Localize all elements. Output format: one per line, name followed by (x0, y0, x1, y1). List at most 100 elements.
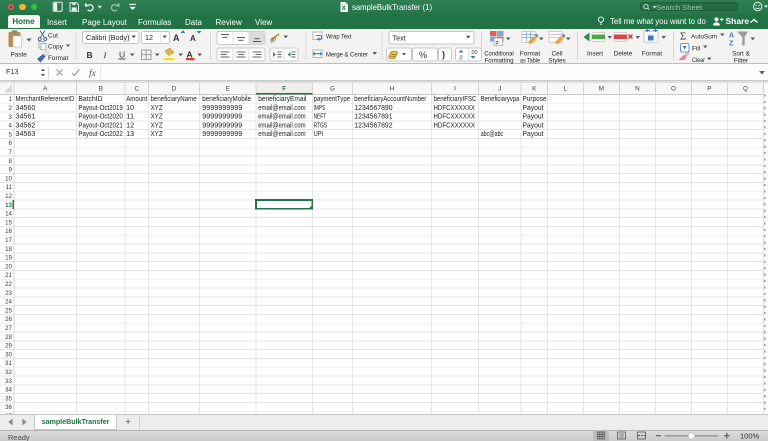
svg-text:UPI: UPI (314, 131, 324, 138)
svg-text:XYZ: XYZ (151, 114, 164, 121)
svg-text:Copy: Copy (48, 43, 64, 50)
svg-text:paymentType: paymentType (314, 96, 351, 103)
svg-text:L: L (564, 86, 568, 93)
svg-text:33: 33 (5, 378, 12, 385)
svg-text:O: O (671, 86, 676, 93)
svg-text:Payout: Payout (523, 122, 544, 129)
svg-text:I: I (454, 86, 456, 93)
svg-text:F: F (282, 86, 286, 93)
svg-text:Merge & Center: Merge & Center (326, 51, 369, 58)
svg-text:14: 14 (5, 211, 12, 218)
svg-text:email@email.com: email@email.com (258, 122, 306, 129)
svg-text:16: 16 (5, 228, 12, 235)
svg-text:Conditional: Conditional (484, 50, 514, 57)
svg-text:email@email.com: email@email.com (258, 114, 306, 121)
svg-text:28: 28 (5, 334, 12, 341)
svg-text:%: % (419, 50, 427, 60)
svg-text:21: 21 (5, 272, 12, 279)
svg-text:as Table: as Table (520, 57, 540, 64)
svg-text:beneficiaryIFSC: beneficiaryIFSC (434, 96, 477, 103)
svg-text:1234567891: 1234567891 (354, 114, 392, 121)
svg-text:C: C (135, 86, 140, 93)
svg-text:Q: Q (743, 86, 748, 93)
svg-text:20: 20 (5, 263, 12, 270)
svg-text:IMPS: IMPS (314, 105, 326, 112)
svg-text:Calibri (Body): Calibri (Body) (86, 33, 130, 42)
svg-text:XYZ: XYZ (151, 131, 164, 138)
svg-text:Z: Z (729, 40, 734, 47)
svg-text:3: 3 (9, 114, 13, 121)
svg-text:19: 19 (5, 255, 12, 262)
svg-text:J: J (498, 86, 501, 93)
svg-text:P: P (707, 86, 711, 93)
svg-text:email@email.com: email@email.com (258, 131, 306, 138)
svg-text:5: 5 (9, 131, 13, 138)
svg-text:6: 6 (9, 140, 13, 147)
svg-text:Payout-Oct2021: Payout-Oct2021 (78, 122, 122, 129)
svg-text:34: 34 (5, 387, 12, 394)
svg-text:Purpose: Purpose (523, 96, 547, 103)
svg-text:Insert: Insert (587, 50, 603, 57)
svg-text:Format: Format (48, 55, 68, 62)
svg-text:1234567890: 1234567890 (354, 105, 392, 112)
svg-text:Format: Format (642, 50, 662, 57)
svg-text:): ) (442, 49, 445, 59)
svg-text:Payout-Oct2019: Payout-Oct2019 (78, 105, 122, 112)
svg-text:7: 7 (9, 149, 13, 156)
svg-text:XYZ: XYZ (151, 122, 164, 129)
svg-text:Wrap Text: Wrap Text (326, 33, 352, 40)
svg-text:D: D (172, 86, 177, 93)
svg-text:.00: .00 (470, 50, 478, 56)
svg-text:31: 31 (5, 360, 12, 367)
svg-text:Styles: Styles (548, 57, 565, 64)
svg-text:Sort &: Sort & (732, 50, 750, 57)
svg-text:34563: 34563 (16, 131, 36, 138)
svg-text:9999999999: 9999999999 (202, 105, 242, 112)
svg-text:9999999999: 9999999999 (202, 122, 242, 129)
svg-text:ab: ab (269, 35, 278, 44)
svg-text:A: A (729, 32, 734, 39)
svg-text:HDFCXXXXXX: HDFCXXXXXX (434, 114, 476, 121)
svg-text:18: 18 (5, 246, 12, 253)
svg-text:12: 12 (145, 33, 153, 42)
svg-text:NEFT: NEFT (314, 114, 327, 121)
svg-text:.0: .0 (458, 55, 463, 61)
svg-text:B: B (87, 50, 93, 60)
svg-text:9: 9 (9, 167, 13, 174)
svg-text:10: 10 (126, 105, 134, 112)
svg-text:Fill: Fill (692, 45, 700, 52)
svg-text:Paste: Paste (11, 51, 28, 58)
svg-text:25: 25 (5, 307, 12, 314)
svg-text:13: 13 (126, 131, 134, 138)
svg-text:BatchID: BatchID (78, 96, 102, 103)
svg-text:36: 36 (5, 404, 12, 411)
svg-text:35: 35 (5, 395, 12, 402)
svg-text:24: 24 (5, 299, 12, 306)
svg-text:abc@abc: abc@abc (481, 131, 504, 138)
svg-text:34560: 34560 (16, 105, 36, 112)
svg-text:34561: 34561 (16, 114, 36, 121)
svg-text:Format: Format (520, 50, 540, 57)
svg-text:B: B (99, 86, 103, 93)
svg-text:I: I (103, 50, 108, 60)
svg-text:HDFCXXXXXX: HDFCXXXXXX (434, 105, 476, 112)
svg-text:Beneficiaryvpa: Beneficiaryvpa (481, 96, 520, 103)
svg-text:N: N (635, 86, 640, 93)
svg-text:27: 27 (5, 325, 12, 332)
svg-text:9999999999: 9999999999 (202, 114, 242, 121)
svg-text:Cut: Cut (48, 32, 58, 39)
svg-text:Formatting: Formatting (485, 57, 514, 64)
svg-text:email@email.com: email@email.com (258, 105, 306, 112)
svg-text:Payout: Payout (523, 105, 544, 112)
svg-text:U: U (119, 49, 125, 59)
svg-text:Payout: Payout (523, 114, 544, 121)
svg-text:beneficiaryMobile: beneficiaryMobile (202, 96, 251, 103)
svg-text:8: 8 (9, 158, 13, 165)
svg-text:15: 15 (5, 219, 12, 226)
svg-text:Filter: Filter (734, 57, 749, 64)
svg-text:Σ: Σ (680, 31, 686, 42)
svg-text:22: 22 (5, 281, 12, 288)
svg-text:100%: 100% (740, 431, 760, 440)
svg-text:MerchantReferenceID: MerchantReferenceID (16, 96, 75, 103)
svg-text:Clear: Clear (692, 57, 706, 64)
